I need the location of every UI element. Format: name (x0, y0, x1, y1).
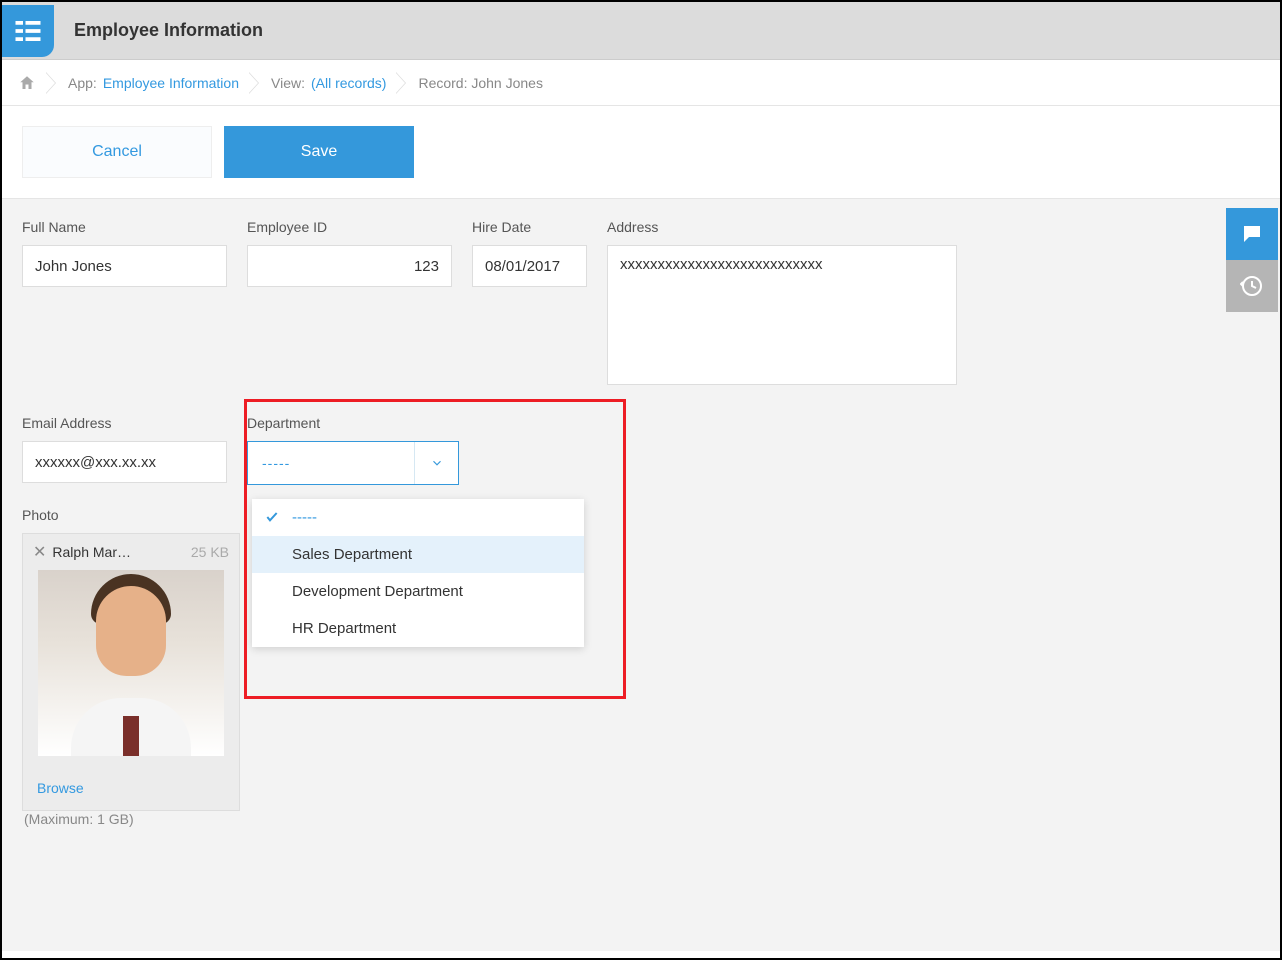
full-name-label: Full Name (22, 219, 227, 235)
photo-thumbnail (38, 570, 224, 756)
department-option-blank[interactable]: ----- (252, 499, 584, 536)
photo-label: Photo (22, 507, 240, 523)
cancel-button[interactable]: Cancel (22, 126, 212, 178)
photo-attachment-box: ✕ Ralph Mar… 25 KB Browse (22, 533, 240, 811)
department-option-development[interactable]: Development Department (252, 573, 584, 610)
crumb-separator (249, 72, 261, 94)
form-icon (13, 16, 43, 46)
remove-photo-icon[interactable]: ✕ (33, 542, 46, 562)
address-label: Address (607, 219, 957, 235)
department-dropdown: ----- Sales Department Development Depar… (252, 499, 584, 647)
crumb-separator (46, 72, 58, 94)
hire-date-label: Hire Date (472, 219, 587, 235)
form-area: Full Name Employee ID Hire Date Address … (2, 199, 1280, 951)
photo-max-size: (Maximum: 1 GB) (22, 811, 240, 841)
department-option-hr[interactable]: HR Department (252, 610, 584, 647)
department-selected-value: ----- (248, 455, 414, 471)
comment-icon (1240, 222, 1264, 246)
comments-button[interactable] (1226, 208, 1278, 260)
toolbar: Cancel Save (2, 106, 1280, 199)
home-icon[interactable] (18, 74, 36, 92)
header-bar: Employee Information (2, 2, 1280, 60)
hire-date-input[interactable] (472, 245, 587, 287)
crumb-view-link[interactable]: (All records) (311, 75, 386, 91)
full-name-input[interactable] (22, 245, 227, 287)
app-icon[interactable] (2, 5, 54, 57)
photo-file-name: Ralph Mar… (52, 544, 184, 560)
side-panel-buttons (1226, 208, 1278, 312)
photo-file-size: 25 KB (191, 544, 229, 560)
crumb-app-link[interactable]: Employee Information (103, 75, 239, 91)
history-button[interactable] (1226, 260, 1278, 312)
history-icon (1240, 274, 1264, 298)
dropdown-option-label: ----- (292, 509, 317, 526)
dropdown-option-label: Development Department (292, 583, 463, 600)
department-select[interactable]: ----- (247, 441, 459, 485)
dropdown-option-label: HR Department (292, 620, 396, 637)
dropdown-option-label: Sales Department (292, 546, 412, 563)
check-icon (264, 509, 280, 529)
save-button[interactable]: Save (224, 126, 414, 178)
email-label: Email Address (22, 415, 227, 431)
page-title: Employee Information (74, 20, 263, 41)
crumb-separator (396, 72, 408, 94)
crumb-app-label: App: (68, 75, 97, 91)
department-label: Department (247, 415, 459, 431)
crumb-record: Record: John Jones (418, 75, 543, 91)
chevron-down-icon (414, 442, 458, 484)
email-input[interactable] (22, 441, 227, 483)
employee-id-input[interactable] (247, 245, 452, 287)
address-input[interactable] (607, 245, 957, 385)
breadcrumb: App: Employee Information View: (All rec… (2, 60, 1280, 106)
department-option-sales[interactable]: Sales Department (252, 536, 584, 573)
employee-id-label: Employee ID (247, 219, 452, 235)
crumb-view-label: View: (271, 75, 305, 91)
browse-button[interactable]: Browse (23, 766, 239, 810)
